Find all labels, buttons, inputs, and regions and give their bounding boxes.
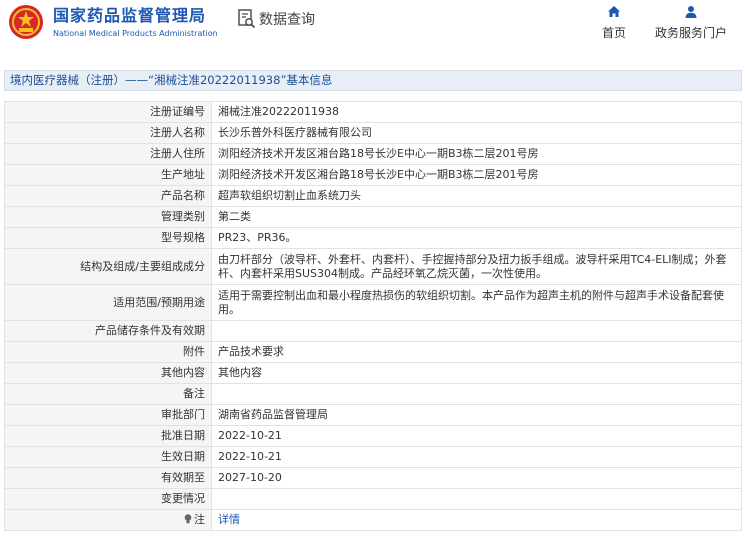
home-icon (608, 6, 620, 17)
table-row: 生效日期 2022-10-21 (4, 446, 742, 468)
registration-info-table: 注册证编号 湘械注准20222011938 注册人名称 长沙乐普外科医疗器械有限公司… (4, 101, 742, 531)
search-document-icon (238, 9, 256, 29)
row-value: 产品技术要求 (211, 341, 742, 363)
row-label: 有效期至 (4, 467, 212, 489)
brand[interactable]: 国家药品监督管理局 National Medical Products Admi… (53, 6, 218, 40)
table-row: 有效期至 2027-10-20 (4, 467, 742, 489)
table-row: 型号规格 PR23、PR36。 (4, 227, 742, 249)
row-label: 审批部门 (4, 404, 212, 426)
row-value: 长沙乐普外科医疗器械有限公司 (211, 122, 742, 144)
table-row: 结构及组成/主要组成成分 由刀杆部分（波导杆、外套杆、内套杆）、手控握持部分及扭力… (4, 248, 742, 285)
row-label: 产品储存条件及有效期 (4, 320, 212, 342)
row-label: 注册人住所 (4, 143, 212, 165)
nav-service-portal[interactable]: 政务服务门户 (655, 4, 727, 41)
nav-home-label: 首页 (602, 26, 627, 40)
nav-service-label: 政务服务门户 (655, 26, 728, 40)
row-label: 备注 (4, 383, 212, 405)
row-value-note: 详情 (211, 509, 742, 531)
row-label: 注册证编号 (4, 101, 212, 123)
data-query-label[interactable]: 数据查询 (238, 9, 315, 29)
row-value (211, 320, 742, 342)
row-value: 第二类 (211, 206, 742, 228)
row-value (211, 383, 742, 405)
row-label-note: 注 (4, 509, 212, 531)
details-link[interactable]: 详情 (218, 513, 240, 526)
row-label: 型号规格 (4, 227, 212, 249)
row-label: 批准日期 (4, 425, 212, 447)
breadcrumb: 境内医疗器械（注册）——“湘械注准20222011938”基本信息 (4, 70, 742, 91)
row-value: 2027-10-20 (211, 467, 742, 489)
brand-title: 国家药品监督管理局 (53, 6, 207, 25)
row-value: 2022-10-21 (211, 446, 742, 468)
table-row: 其他内容 其他内容 (4, 362, 742, 384)
table-row: 注册证编号 湘械注准20222011938 (4, 101, 742, 123)
table-row: 产品储存条件及有效期 (4, 320, 742, 342)
user-icon (685, 6, 697, 18)
row-value: PR23、PR36。 (211, 227, 742, 249)
row-value: 湖南省药品监督管理局 (211, 404, 742, 426)
table-row: 产品名称 超声软组织切割止血系统刀头 (4, 185, 742, 207)
table-row: 附件 产品技术要求 (4, 341, 742, 363)
row-value: 浏阳经济技术开发区湘台路18号长沙E中心一期B3栋二层201号房 (211, 143, 742, 165)
row-label: 适用范围/预期用途 (4, 284, 212, 321)
row-value: 适用于需要控制出血和最小程度热损伤的软组织切割。本产品作为超声主机的附件与超声手… (211, 284, 742, 321)
table-row: 审批部门 湖南省药品监督管理局 (4, 404, 742, 426)
table-row: 变更情况 (4, 488, 742, 510)
row-label: 变更情况 (4, 488, 212, 510)
note-label: 注 (194, 513, 205, 526)
row-label: 其他内容 (4, 362, 212, 384)
national-emblem-icon (9, 5, 43, 39)
row-value: 由刀杆部分（波导杆、外套杆、内套杆）、手控握持部分及扭力扳手组成。波导杆采用TC… (211, 248, 742, 285)
table-row: 适用范围/预期用途 适用于需要控制出血和最小程度热损伤的软组织切割。本产品作为超声… (4, 284, 742, 321)
row-value: 浏阳经济技术开发区湘台路18号长沙E中心一期B3栋二层201号房 (211, 164, 742, 186)
table-row: 注册人名称 长沙乐普外科医疗器械有限公司 (4, 122, 742, 144)
row-label: 产品名称 (4, 185, 212, 207)
row-value: 湘械注准20222011938 (211, 101, 742, 123)
row-value: 其他内容 (211, 362, 742, 384)
bulb-icon (184, 514, 192, 524)
row-label: 结构及组成/主要组成成分 (4, 248, 212, 285)
table-row: 生产地址 浏阳经济技术开发区湘台路18号长沙E中心一期B3栋二层201号房 (4, 164, 742, 186)
row-label: 管理类别 (4, 206, 212, 228)
brand-subtitle: National Medical Products Administration (53, 29, 218, 38)
row-value (211, 488, 742, 510)
site-header: 国家药品监督管理局 National Medical Products Admi… (0, 0, 745, 48)
row-label: 生效日期 (4, 446, 212, 468)
row-value: 超声软组织切割止血系统刀头 (211, 185, 742, 207)
data-query-text: 数据查询 (259, 12, 315, 28)
table-row: 注册人住所 浏阳经济技术开发区湘台路18号长沙E中心一期B3栋二层201号房 (4, 143, 742, 165)
row-label: 注册人名称 (4, 122, 212, 144)
table-row: 备注 (4, 383, 742, 405)
table-row: 批准日期 2022-10-21 (4, 425, 742, 447)
row-value: 2022-10-21 (211, 425, 742, 447)
table-row: 管理类别 第二类 (4, 206, 742, 228)
row-label: 生产地址 (4, 164, 212, 186)
row-label: 附件 (4, 341, 212, 363)
table-row: 注 详情 (4, 509, 742, 531)
nav-home[interactable]: 首页 (602, 4, 626, 41)
